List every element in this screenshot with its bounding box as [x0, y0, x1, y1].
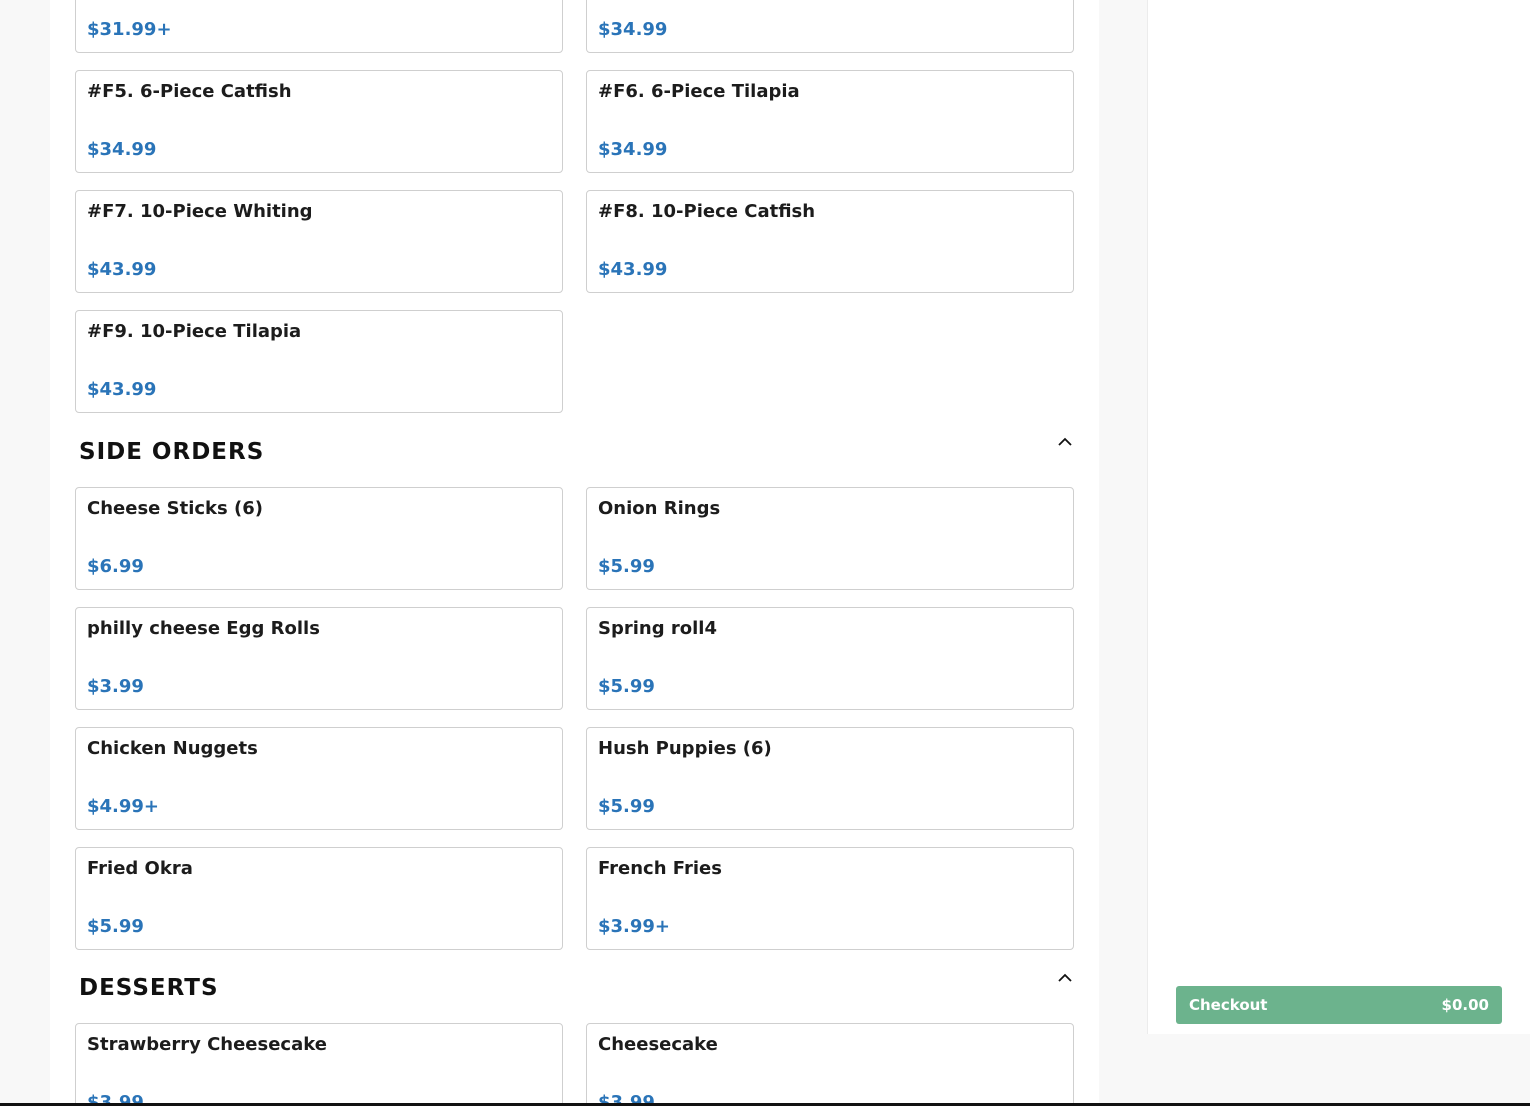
chevron-up-icon[interactable] [1056, 969, 1074, 987]
menu-item-name: philly cheese Egg Rolls [87, 618, 320, 639]
menu-item-price: $43.99 [87, 259, 156, 280]
menu-item-card[interactable]: Cheese Sticks (6) $6.99 [75, 487, 563, 590]
menu-item-card[interactable]: French Fries $3.99+ [586, 847, 1074, 950]
menu-item-name: #F8. 10-Piece Catfish [598, 201, 815, 222]
menu-item-price: $5.99 [598, 556, 655, 577]
menu-item-price: $6.99 [87, 556, 144, 577]
chevron-up-icon[interactable] [1056, 433, 1074, 451]
fish-section: $31.99+ $34.99 #F5. 6-Piece Catfish $34.… [75, 0, 1074, 413]
menu-item-name: Strawberry Cheesecake [87, 1034, 327, 1055]
menu-item-price: $5.99 [598, 676, 655, 697]
menu-item-card[interactable]: Hush Puppies (6) $5.99 [586, 727, 1074, 830]
menu-item-card[interactable]: #F7. 10-Piece Whiting $43.99 [75, 190, 563, 293]
menu-item-price: $34.99 [598, 139, 667, 160]
menu-item-name: #F6. 6-Piece Tilapia [598, 81, 800, 102]
menu-item-price: $34.99 [87, 139, 156, 160]
menu-item-name: #F9. 10-Piece Tilapia [87, 321, 301, 342]
menu-item-price: $4.99+ [87, 796, 159, 817]
menu-item-price: $5.99 [598, 796, 655, 817]
menu-item-card[interactable]: philly cheese Egg Rolls $3.99 [75, 607, 563, 710]
menu-item-name: Cheese Sticks (6) [87, 498, 263, 519]
desserts-section: Strawberry Cheesecake $3.99 Cheesecake $… [75, 1023, 1074, 1106]
section-title: SIDE ORDERS [79, 439, 264, 465]
section-title: DESSERTS [79, 975, 219, 1001]
checkout-total: $0.00 [1442, 996, 1489, 1014]
menu-item-name: Spring roll4 [598, 618, 717, 639]
menu-item-name: French Fries [598, 858, 722, 879]
menu-item-name: #F7. 10-Piece Whiting [87, 201, 313, 222]
menu-item-price: $31.99+ [87, 19, 172, 40]
cart-panel [1147, 0, 1530, 1034]
menu-item-price: $43.99 [87, 379, 156, 400]
checkout-label: Checkout [1189, 996, 1267, 1014]
menu-item-price: $43.99 [598, 259, 667, 280]
menu-item-name: Fried Okra [87, 858, 193, 879]
menu-item-price: $3.99+ [598, 916, 670, 937]
menu-item-card[interactable]: #F6. 6-Piece Tilapia $34.99 [586, 70, 1074, 173]
side-orders-section: Cheese Sticks (6) $6.99 Onion Rings $5.9… [75, 487, 1074, 950]
menu-item-card[interactable]: Onion Rings $5.99 [586, 487, 1074, 590]
menu-item-card[interactable]: $31.99+ [75, 0, 563, 53]
menu-item-name: Chicken Nuggets [87, 738, 258, 759]
side-orders-header[interactable]: SIDE ORDERS [79, 439, 1074, 479]
menu-item-card[interactable]: Cheesecake $3.99 [586, 1023, 1074, 1106]
menu-item-price: $34.99 [598, 19, 667, 40]
side-orders-grid: Cheese Sticks (6) $6.99 Onion Rings $5.9… [75, 487, 1074, 950]
menu-item-price: $5.99 [87, 916, 144, 937]
fish-items-grid: $31.99+ $34.99 #F5. 6-Piece Catfish $34.… [75, 0, 1074, 413]
menu-column: $31.99+ $34.99 #F5. 6-Piece Catfish $34.… [50, 0, 1099, 1106]
desserts-header[interactable]: DESSERTS [79, 975, 1074, 1015]
menu-item-name: Cheesecake [598, 1034, 718, 1055]
menu-item-card[interactable]: $34.99 [586, 0, 1074, 53]
menu-item-name: Onion Rings [598, 498, 720, 519]
menu-item-name: #F5. 6-Piece Catfish [87, 81, 292, 102]
menu-item-card[interactable]: Chicken Nuggets $4.99+ [75, 727, 563, 830]
menu-item-card[interactable]: Strawberry Cheesecake $3.99 [75, 1023, 563, 1106]
menu-item-price: $3.99 [87, 676, 144, 697]
menu-page: $31.99+ $34.99 #F5. 6-Piece Catfish $34.… [0, 0, 1530, 1106]
menu-item-card[interactable]: #F8. 10-Piece Catfish $43.99 [586, 190, 1074, 293]
checkout-button[interactable]: Checkout $0.00 [1176, 986, 1502, 1024]
menu-item-card[interactable]: Fried Okra $5.99 [75, 847, 563, 950]
menu-item-card[interactable]: #F9. 10-Piece Tilapia $43.99 [75, 310, 563, 413]
menu-item-card[interactable]: #F5. 6-Piece Catfish $34.99 [75, 70, 563, 173]
menu-item-card[interactable]: Spring roll4 $5.99 [586, 607, 1074, 710]
desserts-grid: Strawberry Cheesecake $3.99 Cheesecake $… [75, 1023, 1074, 1106]
menu-item-name: Hush Puppies (6) [598, 738, 772, 759]
